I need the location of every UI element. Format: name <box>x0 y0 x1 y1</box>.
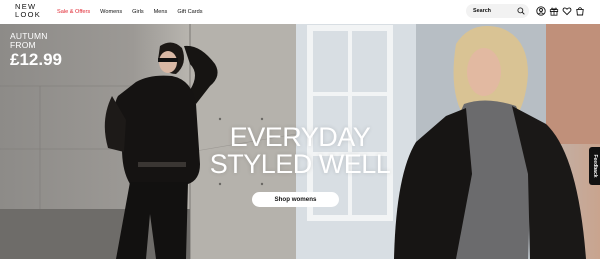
nav-item-sale-offers[interactable]: Sale & Offers <box>57 9 90 15</box>
feedback-tab[interactable]: Feedback <box>589 147 600 185</box>
site-header: NEW LOOK Sale & Offers Womens Girls Mens… <box>0 0 600 23</box>
nav-item-womens[interactable]: Womens <box>100 9 122 15</box>
hero-banner[interactable]: AUTUMN FROM £12.99 EVERYDAY STYLED WELL … <box>0 24 600 259</box>
feedback-label: Feedback <box>592 154 598 178</box>
heart-icon[interactable] <box>562 6 572 16</box>
nav-item-mens[interactable]: Mens <box>154 9 168 15</box>
shop-womens-button[interactable]: Shop womens <box>252 192 339 207</box>
gift-icon[interactable] <box>549 6 559 16</box>
hero-headline: EVERYDAY STYLED WELL <box>200 124 400 178</box>
promo-price: £12.99 <box>10 50 62 69</box>
search-placeholder: Search <box>473 7 491 14</box>
logo-line-2: LOOK <box>15 10 42 19</box>
bag-icon[interactable] <box>575 6 585 16</box>
promo-from: FROM <box>10 40 36 50</box>
search-input[interactable]: Search <box>466 4 529 18</box>
hero-headline-line-1: EVERYDAY <box>229 122 371 152</box>
hero-headline-line-2: STYLED WELL <box>209 149 391 179</box>
search-icon[interactable] <box>517 7 525 15</box>
user-icon[interactable] <box>536 6 546 16</box>
nav-item-gift-cards[interactable]: Gift Cards <box>177 9 202 15</box>
new-look-logo[interactable]: NEW LOOK <box>15 3 43 19</box>
nav-item-girls[interactable]: Girls <box>132 9 144 15</box>
main-nav: Sale & Offers Womens Girls Mens Gift Car… <box>57 0 203 23</box>
promo-block[interactable]: AUTUMN FROM £12.99 <box>10 32 62 69</box>
